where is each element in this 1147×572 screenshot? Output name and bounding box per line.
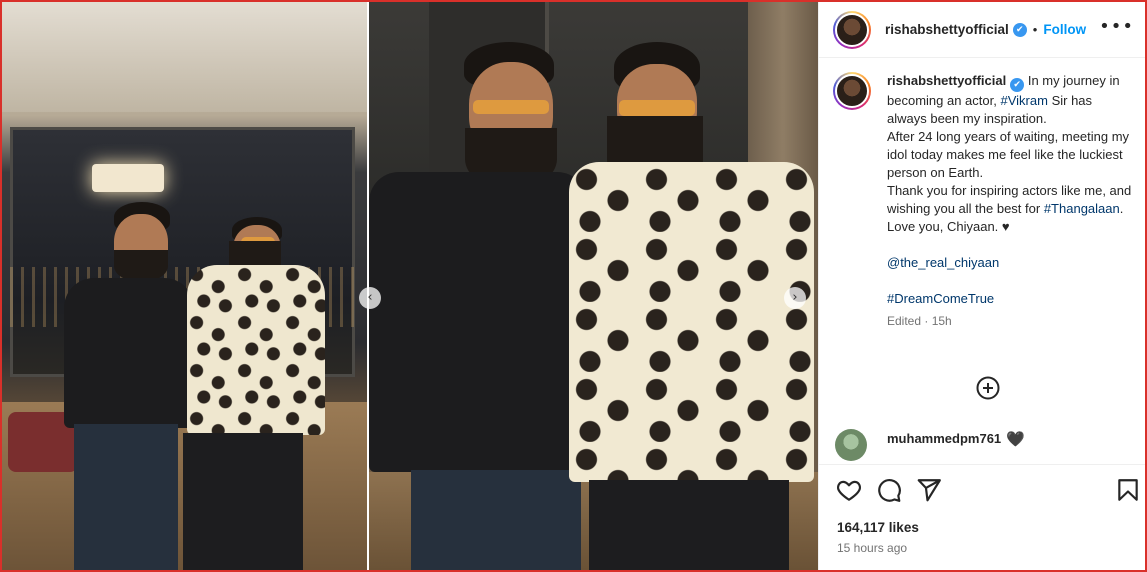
commenter-avatar[interactable]	[835, 429, 867, 461]
photo-left	[2, 2, 367, 570]
post-header: rishabshettyofficial ✔ • Follow •••	[819, 2, 1145, 58]
hashtag-thangalaan[interactable]: #Thangalaan	[1044, 201, 1120, 216]
post-media[interactable]: ‹ ›	[2, 2, 818, 570]
follow-button[interactable]: Follow	[1043, 22, 1086, 37]
person-vikram-left	[52, 202, 194, 570]
caption-username[interactable]: rishabshettyofficial	[887, 73, 1006, 88]
comment-icon[interactable]	[876, 477, 902, 503]
carousel-prev-button[interactable]: ‹	[359, 287, 381, 309]
caption-avatar[interactable]	[833, 72, 871, 110]
screenshot-frame: ‹ › rishabshettyofficial ✔ • Follow ••• …	[0, 0, 1147, 572]
like-count[interactable]: 164,117 likes	[837, 520, 919, 535]
caption-line-2: After 24 long years of waiting, meeting …	[887, 129, 1130, 180]
person-rishab-left	[177, 217, 327, 570]
like-icon[interactable]	[836, 477, 862, 503]
caption-line-3-end: .	[1119, 201, 1124, 216]
caption-text: rishabshettyofficial ✔ In my journey in b…	[887, 72, 1132, 330]
ceiling	[2, 2, 367, 112]
person-vikram-right	[369, 42, 589, 570]
verified-icon: ✔	[1010, 78, 1025, 92]
comment-heart: 🖤	[1006, 430, 1025, 448]
author-avatar[interactable]	[833, 10, 871, 49]
post-side-panel: rishabshettyofficial ✔ • Follow ••• rish…	[818, 2, 1145, 570]
hashtag-vikram[interactable]: #Vikram	[1000, 93, 1047, 108]
carousel-next-button[interactable]: ›	[784, 287, 806, 309]
post-timestamp[interactable]: 15 hours ago	[837, 541, 907, 555]
add-comment-icon[interactable]	[976, 376, 1000, 400]
chandelier	[92, 164, 164, 192]
caption-block: rishabshettyofficial ✔ In my journey in b…	[833, 72, 1143, 330]
share-icon[interactable]	[916, 477, 942, 503]
more-icon[interactable]: •••	[1099, 18, 1134, 36]
comment-item: muhammedpm761 🖤	[835, 429, 1135, 463]
caption-line-4: Love you, Chiyaan. ♥	[887, 219, 1010, 234]
author-username[interactable]: rishabshettyofficial	[885, 22, 1009, 37]
save-icon[interactable]	[1115, 477, 1141, 503]
photo-right	[369, 2, 818, 570]
mention-chiyaan[interactable]: @the_real_chiyaan	[887, 254, 1132, 272]
hashtag-dreamcometrue[interactable]: #DreamComeTrue	[887, 290, 1132, 308]
person-rishab-right	[569, 42, 818, 570]
post-actions-bar: 164,117 likes 15 hours ago	[819, 464, 1145, 570]
separator-dot: •	[1032, 22, 1038, 37]
edited-timestamp: Edited · 15h	[887, 314, 952, 328]
commenter-username[interactable]: muhammedpm761	[887, 429, 1001, 449]
verified-icon: ✔	[1012, 22, 1027, 37]
